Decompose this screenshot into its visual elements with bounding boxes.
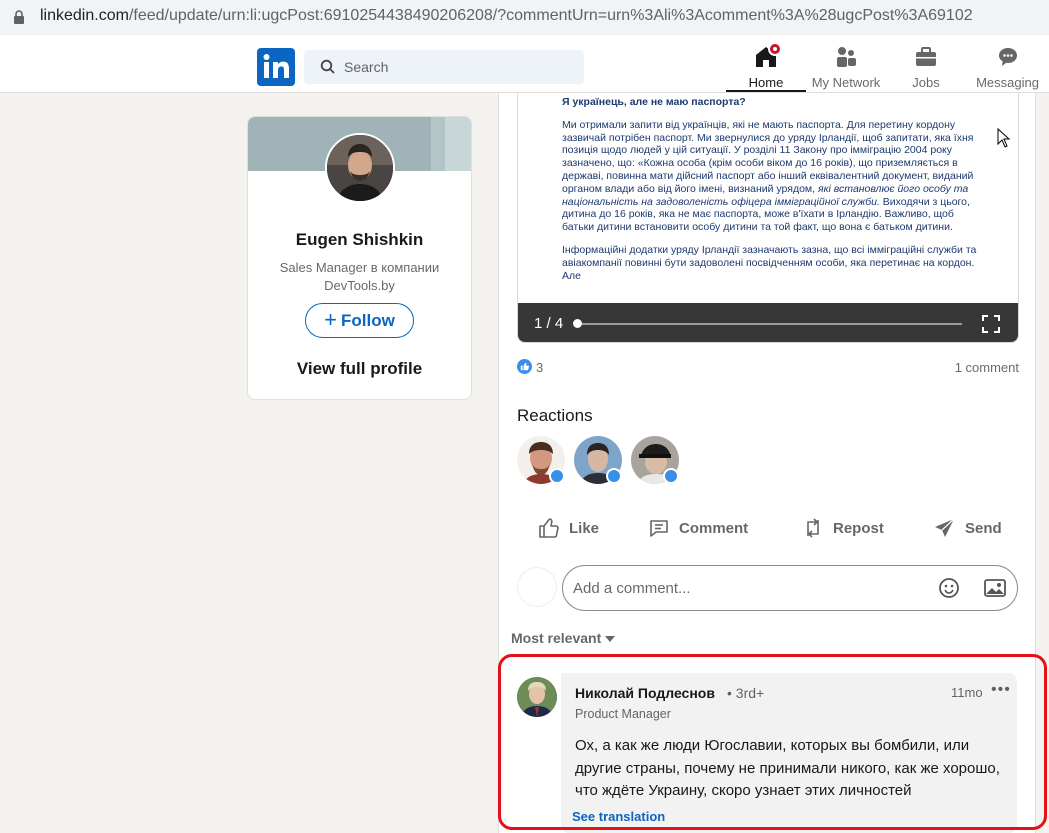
comment-item: Николай Подлеснов • 3rd+ 11mo ••• Produc… [517, 673, 1019, 833]
top-navigation: Home My Network Jobs Messaging [0, 35, 1049, 93]
comment-composer [517, 565, 1019, 613]
thumbs-up-icon [539, 518, 559, 538]
commenter-avatar[interactable] [517, 677, 557, 717]
follow-label: Follow [341, 310, 395, 330]
fullscreen-icon[interactable] [981, 314, 1001, 334]
nav-home[interactable]: Home [726, 35, 806, 92]
nav-jobs[interactable]: Jobs [886, 35, 966, 92]
like-badge-icon [549, 468, 565, 484]
page-progress-handle[interactable] [573, 319, 582, 328]
image-icon[interactable] [983, 576, 1007, 600]
commenter-name[interactable]: Николай Подлеснов [575, 685, 715, 701]
reaction-count[interactable]: 3 [536, 360, 543, 375]
messaging-icon [998, 48, 1017, 66]
like-badge-icon [663, 468, 679, 484]
reactions-title: Reactions [517, 406, 593, 425]
like-badge-icon [606, 468, 622, 484]
linkedin-logo-icon [263, 54, 289, 78]
like-reaction-icon[interactable] [517, 359, 532, 374]
comment-timestamp: 11mo [951, 685, 983, 700]
send-icon [935, 518, 955, 537]
comment-input[interactable] [573, 566, 923, 610]
plus-icon: + [324, 306, 338, 332]
comment-text: Ох, а как же люди Югославии, которых вы … [575, 737, 1000, 799]
search-input[interactable] [344, 50, 574, 84]
post-detail: Я українець, але не маю паспорта? Ми отр… [498, 93, 1036, 833]
network-icon [837, 47, 856, 67]
author-profile-card: Eugen Shishkin Sales Manager в компании … [247, 116, 472, 400]
search-box[interactable] [304, 50, 584, 84]
comment-icon [650, 520, 668, 537]
url-text: linkedin.com/feed/update/urn:li:ugcPost:… [40, 7, 973, 24]
like-label: Like [569, 519, 600, 537]
document-paragraph-1: Ми отримали запити від українців, які не… [562, 118, 974, 234]
send-label: Send [965, 519, 1002, 537]
nav-jobs-label: Jobs [912, 75, 940, 90]
connection-degree: • 3rd+ [727, 685, 765, 701]
nav-messaging[interactable]: Messaging [966, 35, 1049, 92]
current-user-avatar [517, 567, 557, 607]
nav-my-network[interactable]: My Network [806, 35, 886, 92]
repost-button[interactable]: Repost [801, 508, 884, 548]
comment-label: Comment [679, 519, 749, 537]
comment-input-wrapper[interactable] [562, 565, 1018, 611]
page-progress-track[interactable] [576, 323, 962, 325]
author-headline: Sales Manager в компании DevTools.by [262, 259, 457, 295]
briefcase-icon [916, 47, 936, 66]
document-page: Я українець, але не маю паспорта? Ми отр… [562, 93, 982, 303]
social-counts: 3 1 comment [517, 359, 1019, 379]
author-headline-line2: DevTools.by [324, 278, 395, 293]
nav-home-label: Home [748, 75, 784, 90]
nav-messaging-label: Messaging [976, 75, 1039, 90]
comment-count[interactable]: 1 comment [955, 360, 1019, 375]
view-full-profile-link[interactable]: View full profile [248, 359, 471, 379]
address-field[interactable]: linkedin.com/feed/update/urn:li:ugcPost:… [0, 0, 1049, 34]
see-translation-link[interactable]: See translation [572, 809, 665, 824]
nav-network-label: My Network [811, 75, 881, 90]
more-options-icon[interactable]: ••• [991, 681, 1011, 699]
commenter-headline: Product Manager [575, 707, 671, 721]
search-icon [320, 59, 335, 74]
comment-sort-dropdown[interactable]: Most relevant [511, 630, 616, 646]
notification-badge [768, 42, 782, 56]
emoji-icon[interactable] [937, 576, 961, 600]
post-actions: Like Comment Repost Send [517, 508, 1019, 548]
page-counter: 1 / 4 [534, 315, 564, 332]
linkedin-logo[interactable] [257, 48, 295, 86]
lock-icon [14, 10, 24, 24]
repost-icon [807, 518, 819, 538]
repost-label: Repost [833, 519, 884, 537]
caret-down-icon [605, 635, 616, 642]
comment-button[interactable]: Comment [647, 508, 748, 548]
follow-button[interactable]: + Follow [305, 303, 414, 338]
author-headline-line1: Sales Manager в компании [279, 260, 440, 275]
document-viewer[interactable]: Я українець, але не маю паспорта? Ми отр… [517, 93, 1019, 343]
comment-bubble: Николай Подлеснов • 3rd+ 11mo ••• Produc… [561, 673, 1017, 833]
browser-url-bar[interactable]: linkedin.com/feed/update/urn:li:ugcPost:… [0, 0, 1049, 34]
document-paragraph-2: Інформаційні додатки уряду Ірландії зазн… [562, 243, 977, 282]
author-avatar[interactable] [325, 133, 395, 203]
author-name[interactable]: Eugen Shishkin [248, 230, 471, 250]
document-controls: 1 / 4 [518, 303, 1018, 342]
send-button[interactable]: Send [933, 508, 1002, 548]
sort-label: Most relevant [511, 630, 602, 646]
mouse-cursor-icon [997, 128, 1011, 148]
document-heading: Я українець, але не маю паспорта? [562, 96, 746, 108]
like-button[interactable]: Like [537, 508, 599, 548]
